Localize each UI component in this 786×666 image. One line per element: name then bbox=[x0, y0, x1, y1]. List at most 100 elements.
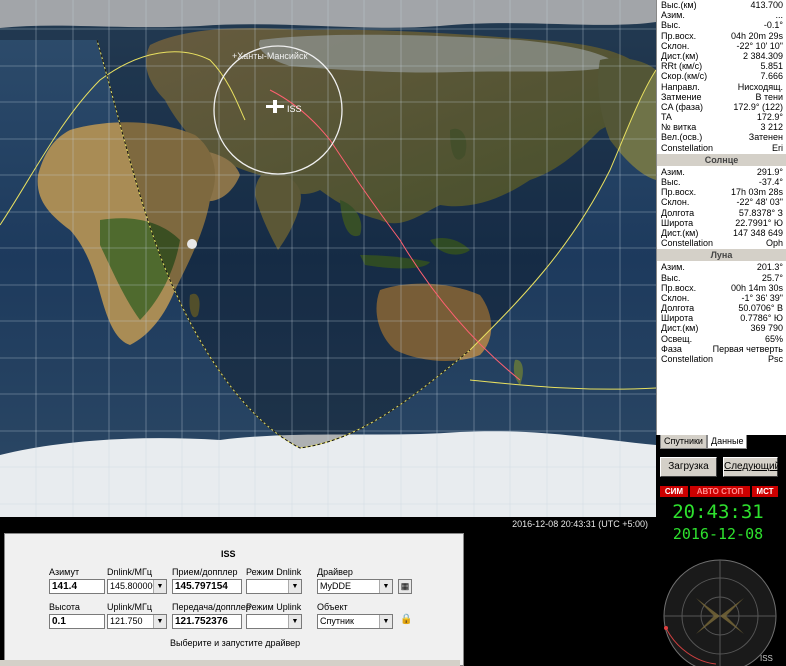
info-value: Eri bbox=[772, 142, 783, 153]
info-value: -37.4° bbox=[758, 177, 783, 187]
info-row: Фаза Первая четверть bbox=[657, 344, 786, 354]
load-tle-button[interactable]: Загрузка TLE bbox=[660, 457, 717, 490]
info-value: 291.9° bbox=[756, 166, 783, 177]
object-value: Спутник bbox=[320, 616, 354, 626]
info-value: 22.7991° Ю bbox=[735, 217, 783, 228]
clock-date: 2016-12-08 bbox=[672, 525, 764, 543]
info-row: Азим. 291.9° bbox=[657, 167, 786, 177]
info-value: Затенен bbox=[748, 132, 783, 143]
info-value: Oph bbox=[765, 238, 783, 249]
mode-dnlink-select[interactable]: ▼ bbox=[246, 579, 302, 594]
info-label: Вел.(осв.) bbox=[661, 132, 703, 143]
driver-panel: ISS Азимут 141.4 Dnlink/МГц 145.800000 ▼ … bbox=[4, 533, 464, 666]
info-label: Широта bbox=[661, 313, 694, 324]
info-label: Constellation bbox=[661, 142, 714, 153]
info-label: Азим. bbox=[661, 166, 685, 177]
info-label: Азим. bbox=[661, 262, 685, 273]
world-map[interactable]: ISS +Ханты-Мансийск bbox=[0, 0, 656, 517]
map-status-bar: 2016-12-08 20:43:31 (UTC +5:00) bbox=[512, 519, 648, 529]
info-label: Выс. bbox=[661, 272, 681, 283]
info-value: 201.3° bbox=[756, 262, 783, 273]
chevron-down-icon: ▼ bbox=[153, 580, 166, 593]
info-value: -22° 10' 10" bbox=[736, 40, 783, 51]
uplink-select[interactable]: 121.750 ▼ bbox=[107, 614, 167, 629]
info-value: 0.7786° Ю bbox=[740, 313, 783, 324]
info-value: 04h 20m 29s bbox=[730, 30, 783, 41]
info-label: Склон. bbox=[661, 197, 690, 208]
info-tabs: Спутники Данные bbox=[660, 435, 748, 449]
info-label: Склон. bbox=[661, 40, 690, 51]
clock-time: 20:43:31 bbox=[672, 501, 764, 523]
info-value: 5.851 bbox=[760, 61, 783, 72]
auto-stop-tab[interactable]: АВТО СТОП bbox=[690, 486, 750, 497]
info-label: Освещ. bbox=[661, 333, 693, 344]
info-row: Склон. -22° 10' 10" bbox=[657, 41, 786, 51]
azimuth-label: Азимут bbox=[49, 567, 80, 577]
info-label: № витка bbox=[661, 122, 697, 133]
info-label: Constellation bbox=[661, 354, 714, 364]
object-label: Объект bbox=[317, 602, 348, 612]
driver-settings-icon[interactable]: ▦ bbox=[398, 579, 412, 594]
info-row: Пр.восх. 04h 20m 29s bbox=[657, 31, 786, 41]
dnlink-select[interactable]: 145.800000 ▼ bbox=[107, 579, 167, 594]
tx-doppler-label: Передача/допплер bbox=[172, 602, 251, 612]
radar-sat-label: ISS bbox=[760, 654, 773, 663]
info-label: Скор.(км/с) bbox=[661, 71, 708, 82]
tab-satellites[interactable]: Спутники bbox=[660, 435, 707, 449]
driver-hint: Выберите и запустите драйвер bbox=[170, 638, 301, 648]
object-select[interactable]: Спутник ▼ bbox=[317, 614, 393, 629]
info-row: Дист.(км) 2 384.309 bbox=[657, 51, 786, 61]
info-row: Затмение В тени bbox=[657, 92, 786, 102]
chevron-down-icon: ▼ bbox=[379, 580, 392, 593]
mode-uplink-select[interactable]: ▼ bbox=[246, 614, 302, 629]
uplink-label: Uplink/МГц bbox=[107, 602, 153, 612]
rx-doppler-label: Прием/допплер bbox=[172, 567, 238, 577]
radar-view[interactable]: ISS bbox=[656, 558, 786, 666]
sun-section-title: Солнце bbox=[657, 153, 786, 166]
info-value: 172.9° bbox=[756, 112, 783, 123]
rx-doppler-field[interactable]: 145.797154 bbox=[172, 579, 242, 594]
info-row: Constellation Psc bbox=[657, 354, 786, 364]
info-row: Широта 0.7786° Ю bbox=[657, 313, 786, 323]
mst-tab[interactable]: МСТ bbox=[752, 486, 778, 497]
map-canvas bbox=[0, 0, 656, 517]
mode-uplink-label: Режим Uplink bbox=[246, 602, 302, 612]
info-label: Выс. bbox=[661, 20, 681, 31]
info-row: TA 172.9° bbox=[657, 112, 786, 122]
moon-icon bbox=[187, 239, 197, 249]
info-label: Фаза bbox=[661, 343, 682, 354]
moon-section-title: Луна bbox=[657, 249, 786, 262]
azimuth-field[interactable]: 141.4 bbox=[49, 579, 105, 594]
chevron-down-icon: ▼ bbox=[153, 615, 166, 628]
tx-doppler-field[interactable]: 121.752376 bbox=[172, 614, 242, 629]
info-value: -22° 48' 03" bbox=[736, 197, 783, 208]
next-button[interactable]: Следующий bbox=[723, 457, 780, 477]
info-label: Выс.(км) bbox=[661, 0, 697, 10]
info-value: 65% bbox=[764, 333, 783, 344]
elevation-label: Высота bbox=[49, 602, 80, 612]
info-value: 50.0706° В bbox=[738, 303, 783, 314]
lock-icon[interactable]: 🔒 bbox=[400, 614, 412, 627]
dnlink-value: 145.800000 bbox=[110, 581, 158, 591]
info-row: Выс. -0.1° bbox=[657, 20, 786, 30]
tab-data[interactable]: Данные bbox=[706, 435, 748, 449]
info-value: -1° 36' 39" bbox=[741, 292, 783, 303]
info-value: 57.8378° З bbox=[738, 207, 783, 218]
bottom-strip bbox=[0, 660, 460, 666]
info-value: -0.1° bbox=[763, 20, 783, 31]
clock-panel: СИМ АВТО СТОП МСТ 20:43:31 2016-12-08 bbox=[656, 483, 780, 555]
chevron-down-icon: ▼ bbox=[288, 615, 301, 628]
sim-tab[interactable]: СИМ bbox=[660, 486, 688, 497]
info-row: Склон. -22° 48' 03" bbox=[657, 197, 786, 207]
info-panel: Выс.(км) 413.700 Азим.... Выс. -0.1° Пр.восх.… bbox=[656, 0, 786, 435]
elevation-field[interactable]: 0.1 bbox=[49, 614, 105, 629]
driver-select[interactable]: MyDDE ▼ bbox=[317, 579, 393, 594]
info-label: Долгота bbox=[661, 207, 695, 218]
info-value: 00h 14m 30s bbox=[730, 282, 783, 293]
info-row: № витка 3 212 bbox=[657, 122, 786, 132]
satellite-info-list: Выс.(км) 413.700 Азим.... Выс. -0.1° Пр.восх.… bbox=[657, 0, 786, 153]
info-label: Пр.восх. bbox=[661, 30, 697, 41]
info-row: Constellation Oph bbox=[657, 238, 786, 248]
info-row: Пр.восх. 17h 03m 28s bbox=[657, 187, 786, 197]
info-row: Склон. -1° 36' 39" bbox=[657, 293, 786, 303]
